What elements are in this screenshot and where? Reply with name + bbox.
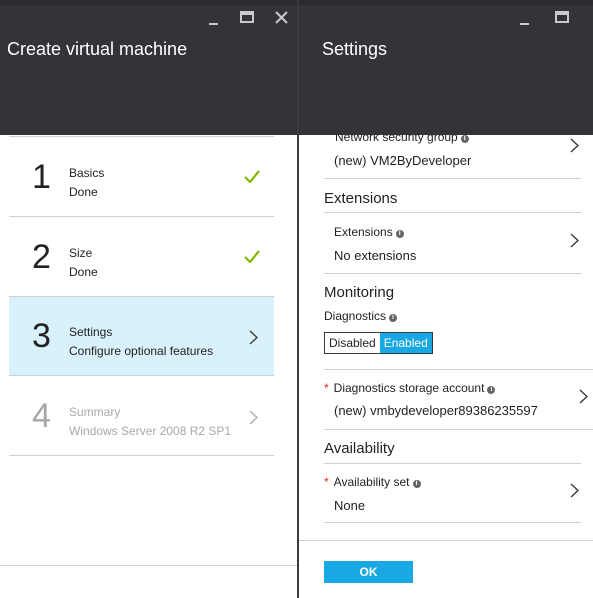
diagnostics-disabled-option[interactable]: Disabled	[325, 333, 380, 353]
settings-blade: Network security group i (new) VM2ByDevel…	[299, 0, 593, 598]
step-number: 2	[32, 238, 51, 276]
required-asterisk: *	[324, 381, 329, 395]
chevron-right-icon	[249, 330, 258, 350]
steps-top-divider	[9, 136, 274, 137]
checkmark-icon	[244, 170, 260, 188]
blade-header: Create virtual machine	[0, 5, 297, 135]
nsg-value: (new) VM2ByDeveloper	[334, 153, 472, 168]
step-description: Configure optional features	[69, 344, 214, 358]
step-size[interactable]: 2 Size Done	[9, 218, 274, 297]
extensions-section-title: Extensions	[324, 190, 398, 207]
divider	[324, 212, 581, 213]
blade-title: Settings	[322, 39, 388, 59]
blade-header: Settings	[299, 5, 593, 135]
divider	[324, 369, 593, 370]
step-status: Done	[69, 185, 98, 199]
extensions-label: Extensions i	[334, 225, 404, 239]
diagnostics-toggle[interactable]: Disabled Enabled	[324, 332, 433, 354]
step-title: Settings	[69, 325, 113, 339]
diagnostics-enabled-option[interactable]: Enabled	[379, 333, 432, 353]
info-icon: i	[487, 386, 496, 394]
step-description: Windows Server 2008 R2 SP1	[69, 424, 232, 438]
diagnostics-storage-value: (new) vmbydeveloper89386235597	[334, 403, 538, 418]
extensions-value: No extensions	[334, 248, 417, 263]
chevron-right-icon[interactable]	[570, 483, 579, 503]
close-icon[interactable]	[275, 11, 288, 24]
maximize-icon[interactable]	[555, 11, 569, 23]
info-icon: i	[460, 135, 469, 143]
footer-divider	[299, 540, 593, 541]
step-number: 4	[32, 397, 51, 435]
divider	[324, 463, 581, 464]
minimize-icon[interactable]	[208, 15, 220, 25]
divider	[324, 429, 593, 430]
minimize-icon[interactable]	[519, 15, 531, 25]
checkmark-icon	[244, 250, 260, 268]
blade-title: Create virtual machine	[7, 39, 188, 59]
create-vm-blade: Create virtual machine 1 Basics Done 2 S…	[0, 0, 297, 598]
step-settings[interactable]: 3 Settings Configure optional features	[9, 297, 274, 376]
step-title: Summary	[69, 405, 121, 419]
ok-button[interactable]: OK	[324, 561, 413, 583]
step-summary[interactable]: 4 Summary Windows Server 2008 R2 SP1	[9, 377, 274, 456]
info-icon: i	[412, 480, 421, 488]
step-title: Size	[69, 246, 93, 260]
info-icon: i	[389, 314, 398, 322]
step-number: 1	[32, 158, 51, 196]
chevron-right-icon[interactable]	[570, 233, 579, 253]
step-basics[interactable]: 1 Basics Done	[9, 138, 274, 217]
step-number: 3	[32, 317, 51, 355]
availability-set-label: * Availability set i	[324, 475, 421, 489]
divider	[324, 522, 581, 523]
chevron-right-icon[interactable]	[570, 138, 579, 158]
availability-section-title: Availability	[324, 440, 395, 457]
diagnostics-storage-label: * Diagnostics storage account i	[324, 381, 496, 395]
divider	[324, 273, 581, 274]
step-status: Done	[69, 265, 98, 279]
footer-divider	[0, 565, 297, 566]
divider	[324, 178, 581, 179]
chevron-right-icon[interactable]	[579, 389, 588, 409]
maximize-icon[interactable]	[240, 11, 254, 23]
chevron-right-icon	[249, 410, 258, 430]
availability-set-value: None	[334, 498, 366, 513]
diagnostics-label: Diagnostics i	[324, 309, 398, 323]
required-asterisk: *	[324, 475, 329, 489]
monitoring-section-title: Monitoring	[324, 284, 395, 301]
info-icon: i	[395, 230, 404, 238]
step-title: Basics	[69, 166, 105, 180]
